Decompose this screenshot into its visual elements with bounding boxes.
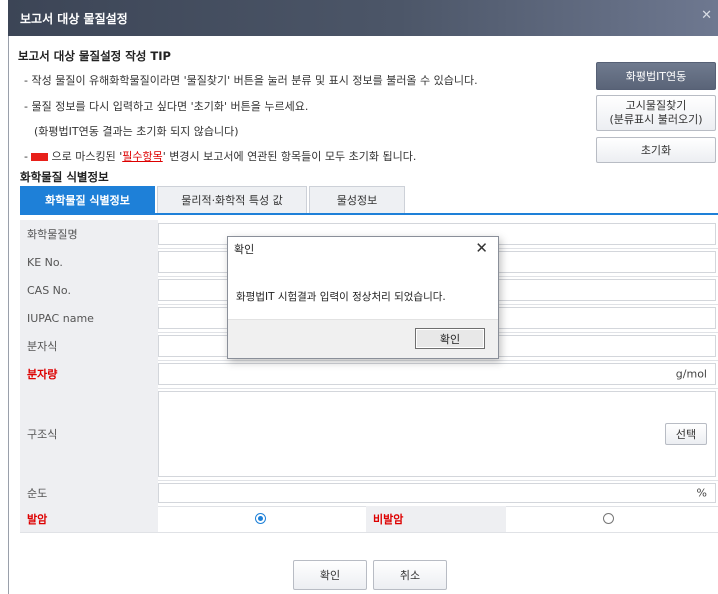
row-carcinogenicity: 발암 비발암 xyxy=(20,506,718,533)
cas-no-label: CAS No. xyxy=(20,276,158,304)
row-structure: 구조식 선택 xyxy=(20,388,718,481)
search-button-line2: (분류표시 불러오기) xyxy=(609,113,703,126)
search-button-line1: 고시물질찾기 xyxy=(625,99,687,112)
structure-label: 구조식 xyxy=(20,388,158,480)
confirm-dialog-footer: 확인 xyxy=(228,319,498,358)
ok-button[interactable]: 확인 xyxy=(293,560,367,590)
purity-input[interactable]: % xyxy=(158,483,716,503)
carcinogen-label: 발암 xyxy=(20,506,158,532)
row-purity: 순도 % xyxy=(20,480,718,507)
mol-weight-input[interactable]: g/mol xyxy=(158,363,716,385)
required-items-link[interactable]: 필수항목 xyxy=(122,150,162,163)
tip-title: 보고서 대상 물질설정 작성 TIP xyxy=(18,49,171,63)
purity-unit: % xyxy=(696,486,707,500)
tip-line-4-mid: 으로 마스킹된 ' xyxy=(51,150,123,163)
tip-line-1: - 작성 물질이 유해화학물질이라면 '물질찾기' 버튼을 눌러 분류 및 표시… xyxy=(24,74,478,87)
close-icon[interactable]: ✕ xyxy=(475,239,488,257)
confirm-dialog-ok-button[interactable]: 확인 xyxy=(415,328,485,349)
mol-weight-unit: g/mol xyxy=(675,367,707,381)
confirm-dialog-message: 화평법IT 시험결과 입력이 정상처리 되었습니다. xyxy=(236,291,446,303)
dialog-title: 보고서 대상 물질설정 xyxy=(20,12,128,26)
required-mask-swatch xyxy=(31,152,49,161)
formula-label: 분자식 xyxy=(20,332,158,360)
link-it-button[interactable]: 화평법IT연동 xyxy=(596,62,716,90)
iupac-label: IUPAC name xyxy=(20,304,158,332)
structure-area: 선택 xyxy=(158,391,716,477)
tip-line-4: - 으로 마스킹된 '필수항목' 변경시 보고서에 연관된 항목들이 모두 초기… xyxy=(24,148,416,164)
tip-line-4-suffix: ' 변경시 보고서에 연관된 항목들이 모두 초기화 됩니다. xyxy=(162,150,417,163)
tab-identification[interactable]: 화학물질 식별정보 xyxy=(20,186,155,213)
confirm-dialog-title: 확인 xyxy=(234,243,255,256)
notified-substance-search-button[interactable]: 고시물질찾기 (분류표시 불러오기) xyxy=(596,95,716,131)
row-mol-weight: 분자량 g/mol xyxy=(20,360,718,389)
tab-underline xyxy=(20,213,718,215)
cancel-button[interactable]: 취소 xyxy=(373,560,447,590)
non-carcinogen-label: 비발암 xyxy=(366,506,506,532)
non-carcinogen-radio[interactable] xyxy=(603,513,614,524)
carcinogen-radio[interactable] xyxy=(255,513,266,524)
structure-select-button[interactable]: 선택 xyxy=(665,423,707,445)
chem-name-label: 화학물질명 xyxy=(20,220,158,248)
purity-label: 순도 xyxy=(20,480,158,506)
tab-properties[interactable]: 물성정보 xyxy=(309,186,405,213)
tab-physicochemical[interactable]: 물리적·화학적 특성 값 xyxy=(157,186,307,213)
section-title: 화학물질 식별정보 xyxy=(20,170,109,184)
tip-line-2: - 물질 정보를 다시 입력하고 싶다면 '초기화' 버튼을 누르세요. xyxy=(24,100,309,113)
tip-line-4-prefix: - xyxy=(24,150,28,163)
close-icon[interactable]: ✕ xyxy=(701,8,712,23)
reset-button[interactable]: 초기화 xyxy=(596,137,716,163)
tip-line-3: (화평법IT연동 결과는 초기화 되지 않습니다) xyxy=(34,125,239,138)
mol-weight-label: 분자량 xyxy=(20,360,158,388)
confirm-dialog: 확인 ✕ 화평법IT 시험결과 입력이 정상처리 되었습니다. 확인 xyxy=(227,236,499,359)
ke-no-label: KE No. xyxy=(20,248,158,276)
dialog-titlebar: 보고서 대상 물질설정 ✕ xyxy=(8,0,718,36)
window-edge xyxy=(8,36,9,594)
